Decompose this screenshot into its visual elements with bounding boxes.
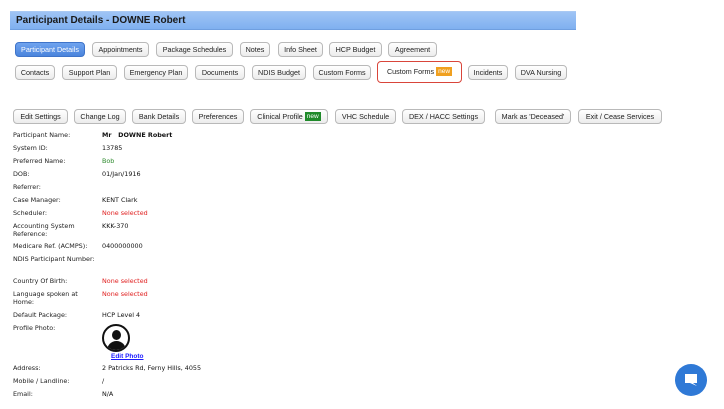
button-label: Clinical Profile	[257, 112, 303, 121]
vhc-schedule-button[interactable]: VHC Schedule	[335, 109, 396, 124]
user-avatar-icon	[102, 324, 130, 352]
tab-custom-forms-new[interactable]: Custom Forms new	[377, 61, 462, 83]
medicare-ref-label: Medicare Ref. (ACMPS):	[13, 242, 88, 250]
tab-custom-forms[interactable]: Custom Forms	[313, 65, 371, 80]
language-label: Language spoken at Home:	[13, 290, 78, 306]
email-value: N/A	[102, 390, 114, 398]
tab-ndis-budget[interactable]: NDIS Budget	[252, 65, 306, 80]
new-badge: new	[436, 67, 453, 76]
change-log-button[interactable]: Change Log	[74, 109, 126, 124]
exit-cease-services-button[interactable]: Exit / Cease Services	[578, 109, 662, 124]
address-label: Address:	[13, 364, 41, 372]
edit-settings-button[interactable]: Edit Settings	[13, 109, 68, 124]
language-value: None selected	[102, 290, 148, 298]
medicare-ref-value: 0400000000	[102, 242, 143, 250]
tab-appointments[interactable]: Appointments	[92, 42, 149, 57]
country-of-birth-value: None selected	[102, 277, 148, 285]
participant-name-value: Mr DOWNE Robert	[102, 131, 173, 139]
scheduler-label: Scheduler:	[13, 209, 48, 217]
case-manager-label: Case Manager:	[13, 196, 61, 204]
ndis-number-label: NDIS Participant Number:	[13, 255, 95, 263]
mobile-value: /	[102, 377, 105, 385]
scheduler-value: None selected	[102, 209, 148, 217]
case-manager-value: KENT Clark	[102, 196, 138, 204]
tab-documents[interactable]: Documents	[195, 65, 245, 80]
tab-package-schedules[interactable]: Package Schedules	[156, 42, 233, 57]
page-title: Participant Details - DOWNE Robert	[10, 11, 576, 30]
tab-incidents[interactable]: Incidents	[468, 65, 508, 80]
preferred-name-label: Preferred Name:	[13, 157, 66, 165]
country-of-birth-label: Country Of Birth:	[13, 277, 68, 285]
referrer-label: Referrer:	[13, 183, 41, 191]
tab-info-sheet[interactable]: Info Sheet	[278, 42, 323, 57]
bank-details-button[interactable]: Bank Details	[132, 109, 186, 124]
tab-notes[interactable]: Notes	[240, 42, 270, 57]
profile-photo-label: Profile Photo:	[13, 324, 56, 332]
tab-support-plan[interactable]: Support Plan	[62, 65, 117, 80]
tab-contacts[interactable]: Contacts	[15, 65, 55, 80]
chat-button[interactable]	[675, 364, 707, 396]
mark-deceased-button[interactable]: Mark as 'Deceased'	[495, 109, 571, 124]
chat-bubble-icon	[685, 374, 697, 386]
default-package-label: Default Package:	[13, 311, 68, 319]
accounting-ref-value: KKK-370	[102, 222, 129, 230]
address-value: 2 Patricks Rd, Ferny Hills, 4055	[102, 364, 202, 372]
system-id-value: 13785	[102, 144, 123, 152]
participant-name-label: Participant Name:	[13, 131, 71, 139]
accounting-ref-label: Accounting System Reference:	[13, 222, 75, 238]
default-package-value: HCP Level 4	[102, 311, 141, 319]
preferences-button[interactable]: Preferences	[192, 109, 244, 124]
tab-label: Custom Forms	[386, 67, 435, 76]
system-id-label: System ID:	[13, 144, 48, 152]
tab-participant-details[interactable]: Participant Details	[15, 42, 85, 57]
preferred-name-value: Bob	[102, 157, 115, 165]
new-badge: new	[304, 112, 321, 121]
mobile-label: Mobile / Landline:	[13, 377, 70, 385]
dob-value: 01/Jan/1916	[102, 170, 141, 178]
tab-dva-nursing[interactable]: DVA Nursing	[515, 65, 567, 80]
email-label: Email:	[13, 390, 33, 398]
dex-hacc-settings-button[interactable]: DEX / HACC Settings	[402, 109, 485, 124]
clinical-profile-button[interactable]: Clinical Profile new	[250, 109, 328, 124]
tab-hcp-budget[interactable]: HCP Budget	[329, 42, 382, 57]
edit-photo-link[interactable]: Edit Photo	[111, 353, 144, 361]
tab-emergency-plan[interactable]: Emergency Plan	[124, 65, 188, 80]
dob-label: DOB:	[13, 170, 30, 178]
tab-agreement[interactable]: Agreement	[388, 42, 437, 57]
